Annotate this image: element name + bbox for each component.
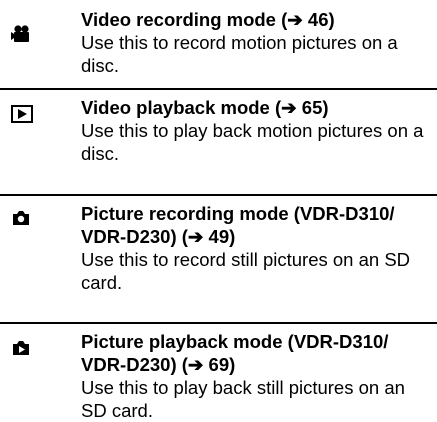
mode-title: Picture playback mode (VDR-D310/ VDR-D23… [81, 331, 389, 375]
mode-description: Use this to play back motion pictures on… [81, 120, 424, 164]
mode-description: Use this to play back still pictures on … [81, 377, 405, 421]
mode-title: Video playback mode (➔ 65) [81, 97, 329, 118]
divider [0, 88, 437, 90]
mode-description: Use this to record motion pictures on a … [81, 32, 398, 76]
picture-playback-icon [11, 338, 31, 358]
video-camera-icon [11, 24, 31, 44]
still-camera-icon [11, 208, 31, 228]
mode-title: Picture recording mode (VDR-D310/ VDR-D2… [81, 203, 395, 247]
mode-list: Video recording mode (➔ 46) Use this to … [0, 0, 437, 421]
divider [0, 194, 437, 196]
mode-title: Video recording mode (➔ 46) [81, 9, 335, 30]
play-button-icon [11, 105, 33, 123]
divider [0, 322, 437, 324]
mode-description: Use this to record still pictures on an … [81, 249, 411, 293]
